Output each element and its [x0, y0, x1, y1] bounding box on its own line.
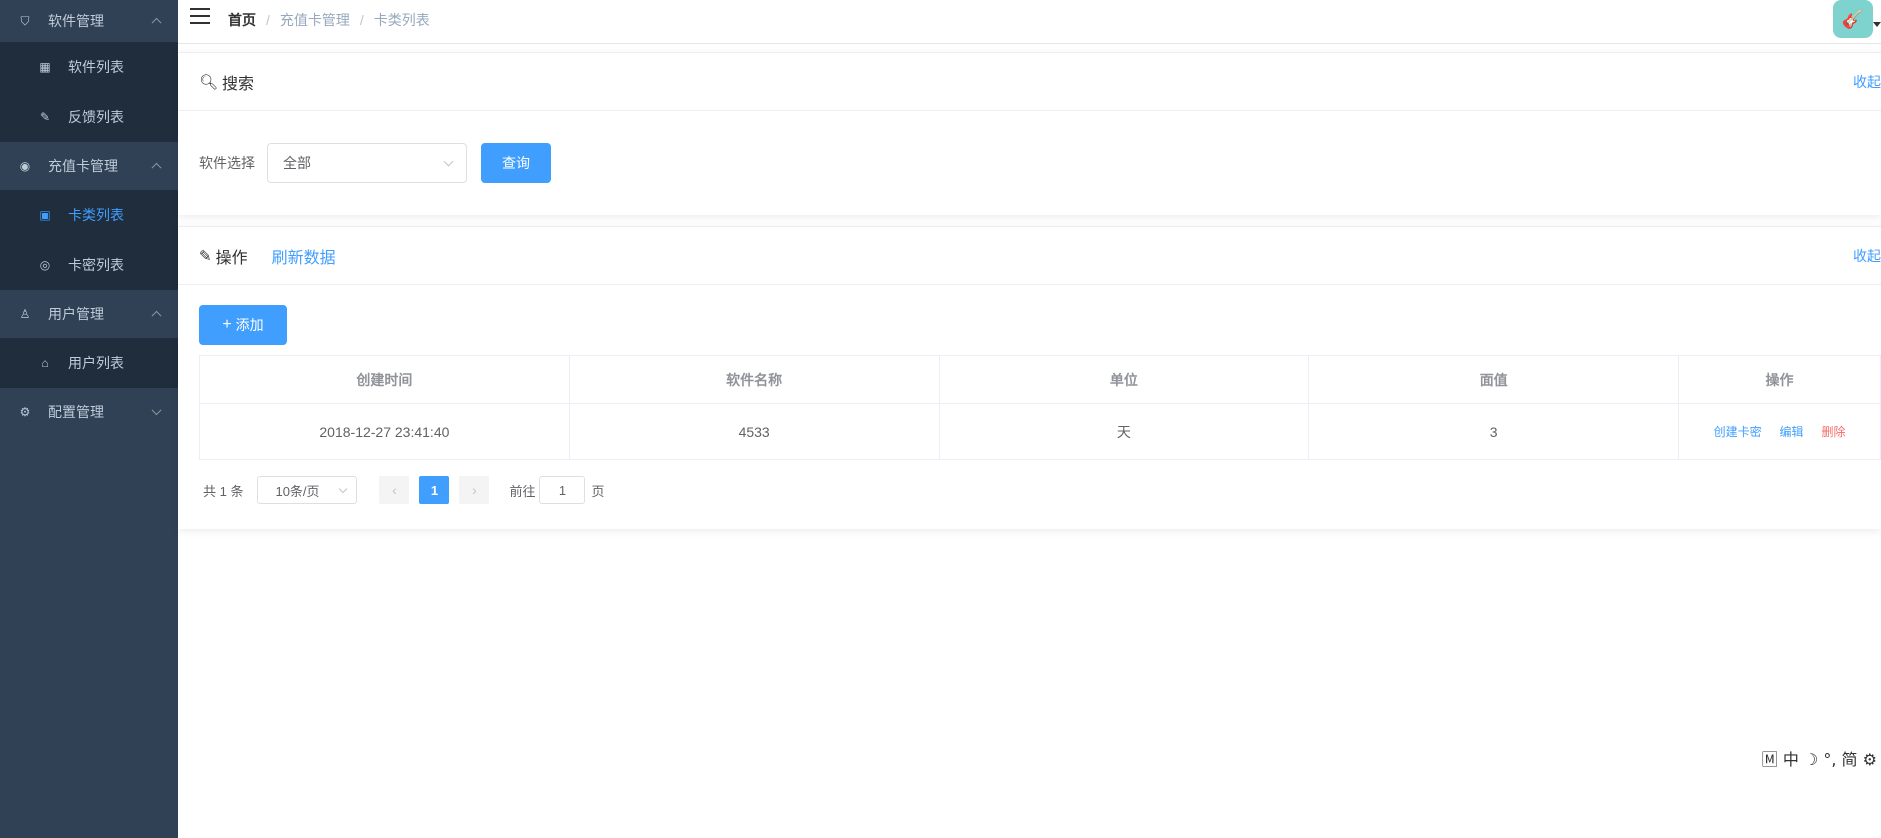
column-header: 面值 [1308, 355, 1680, 404]
sidebar-item-user-list[interactable]: ⌂ 用户列表 [0, 338, 178, 388]
goto-prefix: 前往 [509, 483, 536, 499]
menu-group-label: 软件管理 [48, 13, 104, 29]
search-card: 🔍︎ 搜索 收起 软件选择 全部 查询 [178, 52, 1881, 215]
column-header: 创建时间 [199, 355, 570, 404]
table-row: 2018-12-27 23:41:40 4533 天 3 创建卡密 编辑 删除 [199, 403, 1881, 460]
chevron-up-icon [151, 17, 162, 28]
cell-software: 4533 [568, 403, 940, 460]
breadcrumb-current: 卡类列表 [373, 12, 430, 28]
menu-group-label: 配置管理 [48, 404, 104, 420]
page-number-current[interactable]: 1 [419, 476, 450, 504]
goto-page-input[interactable]: 1 [539, 476, 586, 504]
goto-page: 前往 1 页 [509, 476, 605, 504]
ime-toolbar[interactable]: 🄼 中 ☽ °, 简 ⚙ [1757, 744, 1881, 772]
search-icon: 🔍︎ [199, 73, 219, 91]
cell-actions: 创建卡密 编辑 删除 [1678, 403, 1881, 460]
sidebar-item-label: 用户列表 [68, 355, 124, 371]
app-root: ⛉ 软件管理 ▦ 软件列表 ✎ 反馈列表 ◉ 充值卡管理 ▣ 卡类列表 ◎ 卡密… [0, 0, 1881, 838]
operations-card: ✎ 操作 刷新数据 收起 + 添加 创建时间 软件名称 单位 面值 操作 201… [178, 226, 1881, 529]
sidebar-item-software-list[interactable]: ▦ 软件列表 [0, 42, 178, 92]
breadcrumb: 首页 / 充值卡管理 / 卡类列表 [228, 10, 430, 30]
breadcrumb-separator: / [266, 12, 270, 28]
cell-value: 3 [1308, 403, 1680, 460]
edit-icon: ✎ [39, 110, 51, 124]
chevron-up-icon [151, 162, 162, 173]
chevron-down-icon [151, 405, 162, 416]
grid-icon: ▦ [39, 60, 51, 74]
chevron-down-icon [443, 156, 454, 167]
breadcrumb-home[interactable]: 首页 [228, 10, 256, 30]
shield-icon: ⛉ [20, 13, 30, 28]
operations-collapse-link[interactable]: 收起 [1853, 246, 1881, 266]
sidebar-item-label: 软件列表 [68, 59, 124, 75]
menu-group-recharge[interactable]: ◉ 充值卡管理 [0, 142, 178, 190]
add-button[interactable]: + 添加 [199, 305, 287, 345]
next-page-button[interactable]: › [459, 476, 490, 504]
pagination-total: 共 1 条 [203, 483, 244, 499]
submenu-software: ▦ 软件列表 ✎ 反馈列表 [0, 42, 178, 142]
top-navbar: 首页 / 充值卡管理 / 卡类列表 🎸 [178, 0, 1881, 44]
edit-link[interactable]: 编辑 [1780, 425, 1804, 439]
goto-suffix: 页 [591, 483, 605, 499]
card-type-table: 创建时间 软件名称 单位 面值 操作 2018-12-27 23:41:40 4… [199, 355, 1881, 460]
breadcrumb-separator: / [359, 12, 364, 28]
hamburger-menu-icon[interactable] [190, 8, 210, 26]
chevron-down-icon [339, 484, 348, 494]
column-header: 单位 [938, 355, 1310, 404]
menu-group-label: 用户管理 [48, 306, 104, 322]
target-icon: ◎ [39, 258, 51, 272]
chevron-up-icon [151, 310, 162, 321]
table-header-row: 创建时间 软件名称 单位 面值 操作 [199, 355, 1881, 404]
prev-page-button[interactable]: ‹ [379, 476, 410, 504]
menu-group-label: 充值卡管理 [48, 158, 118, 174]
query-button[interactable]: 查询 [481, 143, 551, 183]
coin-icon: ◉ [19, 159, 31, 173]
software-select[interactable]: 全部 [267, 143, 467, 183]
edit-icon: ✎ [199, 247, 212, 265]
plus-icon: + [222, 316, 232, 333]
avatar[interactable]: 🎸 [1833, 0, 1873, 38]
sidebar-item-label: 反馈列表 [68, 109, 124, 125]
add-button-label: 添加 [235, 317, 264, 333]
column-header: 操作 [1678, 355, 1881, 404]
menu-group-software[interactable]: ⛉ 软件管理 [0, 0, 178, 42]
search-form: 软件选择 全部 查询 [178, 111, 1881, 215]
caret-down-icon[interactable] [1873, 22, 1881, 27]
operations-card-title: 操作 [215, 249, 248, 267]
menu-group-config[interactable]: ⚙ 配置管理 [0, 388, 178, 436]
create-card-key-link[interactable]: 创建卡密 [1714, 425, 1762, 439]
search-card-title: 搜索 [222, 75, 255, 93]
menu-group-user[interactable]: ♙ 用户管理 [0, 290, 178, 338]
user-icon: ♙ [19, 307, 31, 321]
sidebar-item-card-key-list[interactable]: ◎ 卡密列表 [0, 240, 178, 290]
gear-icon: ⚙ [19, 405, 31, 419]
hat-icon: ⌂ [41, 356, 49, 370]
operations-card-header: ✎ 操作 刷新数据 收起 [178, 227, 1881, 285]
sidebar-item-card-type-list[interactable]: ▣ 卡类列表 [0, 190, 178, 240]
submenu-recharge: ▣ 卡类列表 ◎ 卡密列表 [0, 190, 178, 290]
search-collapse-link[interactable]: 收起 [1853, 72, 1881, 92]
pagination: 共 1 条 10条/页 ‹ 1 › 前往 1 页 [199, 474, 1881, 506]
sidebar: ⛉ 软件管理 ▦ 软件列表 ✎ 反馈列表 ◉ 充值卡管理 ▣ 卡类列表 ◎ 卡密… [0, 0, 178, 838]
page-size-select[interactable]: 10条/页 [257, 476, 358, 504]
sidebar-item-label: 卡类列表 [68, 207, 124, 223]
card-icon: ▣ [39, 208, 51, 222]
sidebar-item-label: 卡密列表 [68, 257, 124, 273]
delete-link[interactable]: 删除 [1821, 425, 1845, 439]
column-header: 软件名称 [568, 355, 940, 404]
software-select-label: 软件选择 [199, 155, 255, 171]
page-size-value: 10条/页 [275, 483, 320, 499]
refresh-data-link[interactable]: 刷新数据 [272, 244, 336, 268]
cell-created: 2018-12-27 23:41:40 [199, 403, 570, 460]
sidebar-item-feedback-list[interactable]: ✎ 反馈列表 [0, 92, 178, 142]
submenu-user: ⌂ 用户列表 [0, 338, 178, 388]
software-select-value: 全部 [283, 155, 311, 171]
search-card-header: 🔍︎ 搜索 收起 [178, 53, 1881, 111]
cell-unit: 天 [938, 403, 1310, 460]
operations-body: + 添加 创建时间 软件名称 单位 面值 操作 2018-12-27 23:41… [178, 285, 1881, 526]
breadcrumb-recharge: 充值卡管理 [279, 12, 350, 28]
